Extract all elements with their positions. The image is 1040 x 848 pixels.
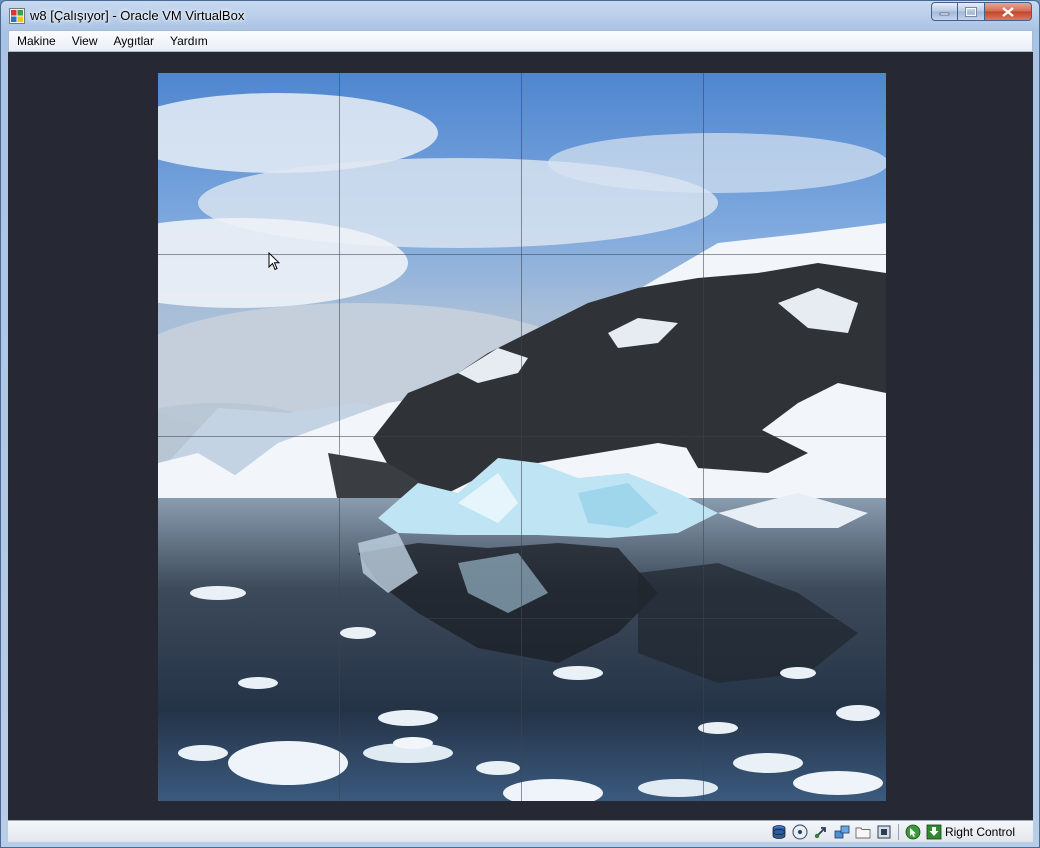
host-key-label: Right Control — [944, 824, 1015, 839]
maximize-button[interactable] — [958, 2, 985, 21]
menu-view[interactable]: View — [64, 31, 106, 51]
usb-icon[interactable] — [813, 824, 829, 840]
minimize-icon — [939, 12, 950, 16]
grid-line — [339, 73, 340, 801]
virtualbox-app-icon[interactable] — [9, 8, 25, 24]
window-title: w8 [Çalışıyor] - Oracle VM VirtualBox — [30, 8, 245, 23]
antarctic-landscape-image — [158, 73, 886, 801]
close-icon — [1002, 6, 1014, 17]
minimize-button[interactable] — [931, 2, 958, 21]
maximize-icon — [965, 6, 977, 17]
grid-line — [521, 73, 522, 801]
grid-line — [703, 73, 704, 801]
guest-desktop-image[interactable] — [158, 73, 886, 801]
menu-machine[interactable]: Makine — [9, 31, 64, 51]
video-capture-icon[interactable] — [876, 824, 892, 840]
optical-drive-icon[interactable] — [792, 824, 808, 840]
status-separator — [897, 823, 899, 840]
close-button[interactable] — [985, 2, 1032, 21]
virtualbox-window: w8 [Çalışıyor] - Oracle VM VirtualBox Ma… — [0, 0, 1040, 848]
host-key-arrow-icon[interactable] — [926, 824, 942, 840]
hard-disk-icon[interactable] — [771, 824, 787, 840]
status-bar: Right Control — [8, 820, 1033, 842]
shared-folder-icon[interactable] — [855, 824, 871, 840]
network-icon[interactable] — [834, 824, 850, 840]
mouse-integration-icon[interactable] — [905, 824, 921, 840]
grid-line — [158, 618, 886, 619]
menu-help[interactable]: Yardım — [162, 31, 216, 51]
menu-bar: Makine View Aygıtlar Yardım — [8, 30, 1033, 52]
menu-devices[interactable]: Aygıtlar — [105, 31, 161, 51]
grid-line — [158, 436, 886, 437]
title-bar[interactable]: w8 [Çalışıyor] - Oracle VM VirtualBox — [1, 1, 1039, 30]
vm-display[interactable] — [8, 52, 1033, 820]
mouse-cursor-icon — [268, 252, 280, 271]
